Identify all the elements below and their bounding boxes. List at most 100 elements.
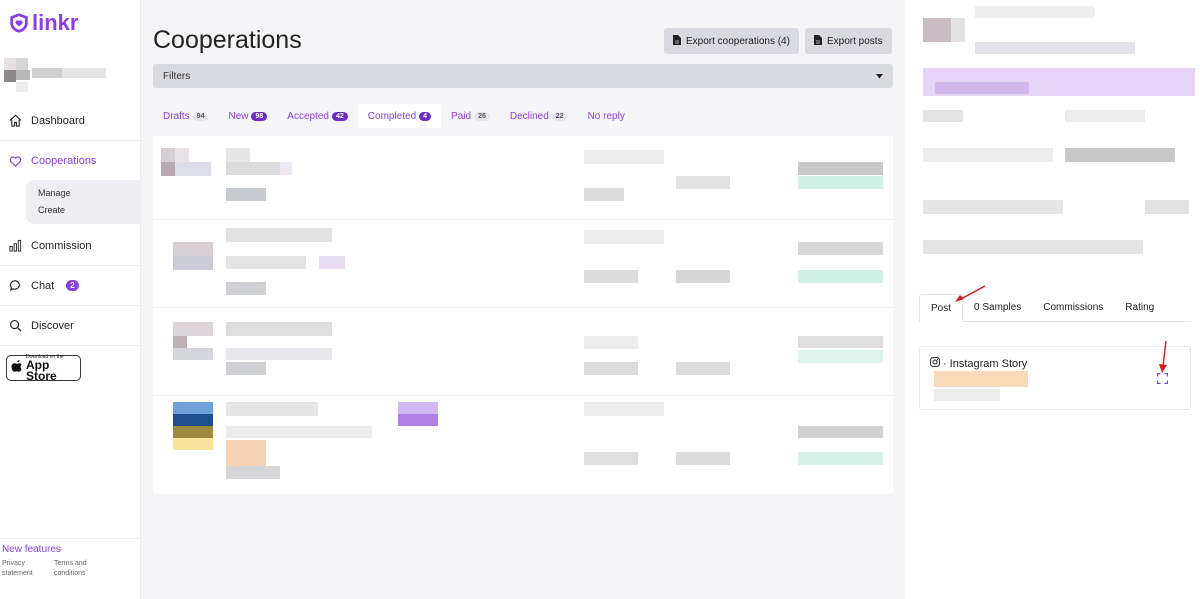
blurred-block: [175, 148, 189, 162]
blurred-block: [226, 362, 266, 375]
caret-down-icon: [876, 71, 883, 82]
tab-count: 22: [551, 111, 568, 121]
tab-paid[interactable]: Paid 26: [441, 104, 500, 128]
blurred-block: [975, 42, 1135, 54]
tab-completed[interactable]: Completed 4: [357, 104, 442, 128]
table-row[interactable]: [153, 136, 893, 220]
tab-new[interactable]: New 98: [218, 104, 277, 128]
blurred-block: [226, 256, 306, 269]
sidebar-item-cooperations[interactable]: Cooperations: [0, 141, 141, 181]
file-icon: [673, 34, 681, 48]
tab-count: 42: [331, 111, 348, 121]
blurred-block: [798, 176, 883, 189]
post-card[interactable]: · Instagram Story: [919, 346, 1191, 410]
blurred-block: [319, 256, 345, 269]
blurred-block: [226, 228, 332, 242]
blurred-block: [1065, 110, 1145, 122]
blurred-block: [923, 200, 1063, 214]
sidebar-item-dashboard[interactable]: Dashboard: [0, 101, 141, 141]
blurred-block: [226, 322, 332, 336]
blurred-block: [1145, 200, 1189, 214]
home-icon: [8, 114, 22, 128]
terms-link[interactable]: Terms and conditions: [54, 559, 94, 579]
tab-count: 94: [192, 111, 209, 121]
brand-logo[interactable]: linkr: [8, 10, 78, 36]
annotation-arrow: [955, 285, 986, 302]
sidebar-item-label: Cooperations: [31, 155, 97, 167]
export-posts-button[interactable]: Export posts: [805, 28, 892, 54]
chat-icon: [8, 279, 22, 293]
blurred-block: [173, 414, 213, 426]
blurred-block: [923, 240, 1143, 254]
search-icon: [8, 319, 22, 333]
blurred-block: [798, 350, 883, 363]
blurred-block: [798, 162, 883, 175]
apple-icon: [11, 359, 23, 378]
blurred-block: [584, 362, 638, 375]
detail-panel: Post 0 Samples Commissions Rating · Inst…: [905, 0, 1200, 599]
tab-count: 4: [419, 111, 432, 121]
blurred-block: [923, 110, 963, 122]
user-avatar[interactable]: [4, 58, 114, 92]
blurred-block: [226, 148, 250, 162]
heart-shield-icon: [10, 13, 28, 33]
submenu-item-manage[interactable]: Manage: [38, 188, 141, 205]
blurred-block: [584, 336, 638, 349]
blurred-block: [398, 402, 438, 414]
blurred-block: [676, 452, 730, 465]
blurred-block: [935, 82, 1029, 94]
cooperations-submenu: Manage Create: [26, 180, 141, 224]
file-icon: [814, 34, 822, 48]
table-row[interactable]: [153, 312, 893, 396]
tab-no-reply[interactable]: No reply: [578, 104, 635, 128]
status-tabs: Drafts 94 New 98 Accepted 42 Completed 4 Pai…: [153, 104, 635, 128]
tab-rating[interactable]: Rating: [1114, 293, 1165, 321]
sidebar-item-label: Dashboard: [31, 114, 85, 127]
filters-toggle[interactable]: Filters: [153, 64, 893, 88]
blurred-avatar: [173, 402, 213, 414]
blurred-block: [173, 348, 213, 360]
blurred-block: [173, 256, 213, 270]
blurred-block: [798, 426, 883, 438]
submenu-item-create[interactable]: Create: [38, 205, 141, 222]
tab-count: 26: [474, 111, 490, 121]
blurred-block: [1065, 148, 1175, 162]
blurred-block: [226, 426, 372, 438]
blurred-avatar: [161, 148, 175, 162]
tab-drafts[interactable]: Drafts 94: [153, 104, 218, 128]
new-features-link[interactable]: New features: [2, 544, 141, 555]
tab-commissions[interactable]: Commissions: [1032, 293, 1114, 321]
sidebar-item-commission[interactable]: Commission: [0, 226, 141, 266]
tab-accepted[interactable]: Accepted 42: [277, 104, 358, 128]
blurred-block: [173, 336, 187, 348]
blurred-block: [584, 402, 664, 416]
blurred-block: [398, 414, 438, 426]
blurred-block: [798, 336, 883, 348]
table-row[interactable]: [153, 400, 893, 484]
main-content: Cooperations Export cooperations (4) Exp…: [141, 0, 905, 599]
table-row[interactable]: [153, 224, 893, 308]
export-cooperations-button[interactable]: Export cooperations (4): [664, 28, 799, 54]
sidebar-item-discover[interactable]: Discover: [0, 306, 141, 346]
tab-declined[interactable]: Declined 22: [500, 104, 578, 128]
tab-count: 98: [251, 111, 268, 121]
expand-icon[interactable]: [1157, 373, 1168, 384]
blurred-avatar: [173, 242, 213, 256]
blurred-block: [584, 150, 664, 164]
blurred-block: [584, 188, 624, 201]
blurred-block: [584, 452, 638, 465]
blurred-block: [975, 6, 1095, 18]
app-store-badge[interactable]: Download on the App Store: [6, 354, 81, 382]
blurred-block: [923, 148, 1053, 162]
bar-chart-icon: [8, 239, 22, 253]
heart-icon: [8, 154, 22, 168]
privacy-link[interactable]: Privacy statement: [2, 559, 36, 579]
sidebar-item-chat[interactable]: Chat 2: [0, 266, 141, 306]
filters-label: Filters: [163, 70, 191, 82]
blurred-block: [798, 270, 883, 283]
blurred-block: [584, 230, 664, 244]
blurred-block: [934, 389, 1000, 401]
blurred-block: [798, 242, 883, 255]
sidebar-item-label: Commission: [31, 239, 92, 252]
blurred-block: [676, 362, 730, 375]
